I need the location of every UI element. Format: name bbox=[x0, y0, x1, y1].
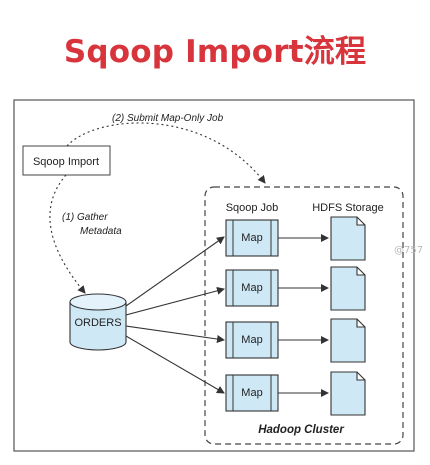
sqoop-import-label: Sqoop Import bbox=[33, 156, 99, 168]
map-label-4: Map bbox=[241, 387, 262, 399]
map-label-3: Map bbox=[241, 334, 262, 346]
hadoop-cluster-label: Hadoop Cluster bbox=[258, 424, 344, 436]
map-label-1: Map bbox=[241, 232, 262, 244]
orders-label: ORDERS bbox=[74, 317, 121, 329]
gather-label-line2: Metadata bbox=[80, 226, 122, 237]
sqoop-job-header: Sqoop Job bbox=[226, 202, 279, 214]
page: Sqoop Import流程 Sqoop Import (2) Submit M… bbox=[0, 0, 430, 465]
map-label-2: Map bbox=[241, 282, 262, 294]
watermark: @757 bbox=[394, 245, 423, 256]
gather-label-line1: (1) Gather bbox=[62, 212, 108, 223]
submit-job-label: (2) Submit Map-Only Job bbox=[112, 113, 224, 124]
sqoop-import-diagram: Sqoop Import (2) Submit Map-Only Job (1)… bbox=[13, 99, 423, 452]
hdfs-storage-header: HDFS Storage bbox=[312, 202, 384, 214]
